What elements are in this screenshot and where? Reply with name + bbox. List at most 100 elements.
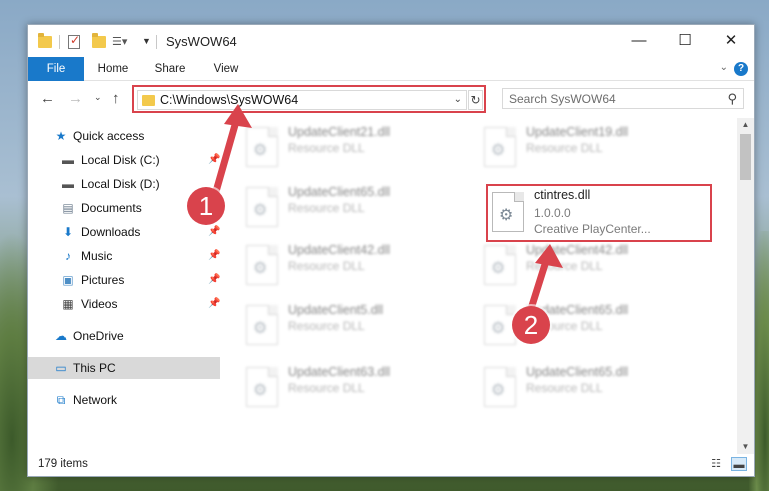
list-item[interactable]: ⚙ UpdateClient42.dll Resource DLL — [478, 239, 708, 297]
step-2-badge: 2 — [512, 306, 550, 344]
file-type: Resource DLL — [526, 259, 603, 273]
new-folder-icon[interactable] — [92, 33, 106, 48]
sidebar-item-label: Documents — [81, 201, 142, 215]
videos-icon: ▦ — [62, 297, 74, 311]
window-title: SysWOW64 — [166, 34, 237, 49]
drive-icon: ▬ — [62, 153, 74, 167]
item-count: 179 items — [38, 458, 88, 470]
forward-arrow-icon[interactable]: → — [68, 90, 83, 107]
network-icon: ⧉ — [56, 393, 66, 407]
list-item[interactable]: ⚙ UpdateClient21.dll Resource DLL — [240, 121, 470, 179]
tab-share[interactable]: Share — [148, 57, 192, 81]
documents-icon: ▤ — [62, 201, 74, 215]
sidebar-item-pictures[interactable]: ▣ Pictures 📌 — [28, 269, 226, 291]
music-icon: ♪ — [65, 249, 71, 263]
list-item[interactable]: ⚙ UpdateClient19.dll Resource DLL — [478, 121, 708, 179]
dll-file-icon: ⚙ — [492, 192, 524, 232]
drive-icon: ▬ — [62, 177, 74, 191]
dll-file-icon: ⚙ — [484, 367, 516, 407]
dll-file-icon: ⚙ — [484, 127, 516, 167]
list-item[interactable]: ⚙ UpdateClient42.dll Resource DLL — [240, 239, 470, 297]
scrollbar-thumb[interactable] — [740, 134, 751, 180]
file-type: Resource DLL — [288, 141, 365, 155]
large-icons-view-icon[interactable]: ▬ — [731, 457, 747, 471]
file-name: UpdateClient5.dll — [288, 303, 384, 317]
file-name: UpdateClient42.dll — [288, 243, 391, 257]
tab-view[interactable]: View — [204, 57, 248, 81]
minimize-button[interactable]: — — [616, 25, 662, 57]
refresh-icon[interactable]: ↻ — [468, 90, 483, 110]
file-explorer-window: ☰▾ ▼ SysWOW64 — ☐ ✕ File Home Share View… — [27, 24, 755, 477]
cloud-icon: ☁ — [55, 329, 67, 343]
tab-file[interactable]: File — [28, 57, 84, 81]
list-item[interactable]: ⚙ UpdateClient65.dll Resource DLL — [240, 181, 470, 239]
sidebar-item-network[interactable]: ⧉ Network — [28, 389, 226, 411]
maximize-button[interactable]: ☐ — [662, 25, 708, 57]
search-placeholder: Search SysWOW64 — [509, 92, 616, 106]
pin-icon[interactable]: 📌 — [208, 269, 220, 291]
up-arrow-icon[interactable]: ↑ — [112, 90, 120, 107]
ribbon-tabs: File Home Share View ⌄ ? — [28, 57, 754, 81]
highlighted-file-ctintres[interactable]: ⚙ ctintres.dll 1.0.0.0 Creative PlayCent… — [486, 184, 712, 242]
status-bar: 179 items ☷ ▬ — [28, 452, 754, 476]
list-item[interactable]: ⚙ UpdateClient65.dll Resource DLL — [478, 361, 708, 419]
sidebar-item-this-pc[interactable]: ▭ This PC — [28, 357, 220, 379]
file-name: UpdateClient19.dll — [526, 125, 629, 139]
folder-icon — [38, 33, 52, 48]
help-icon[interactable]: ? — [734, 62, 748, 76]
file-type: Resource DLL — [288, 201, 365, 215]
file-name: UpdateClient21.dll — [288, 125, 391, 139]
file-type: Resource DLL — [288, 319, 365, 333]
file-type: Resource DLL — [526, 141, 603, 155]
quick-access-dropdown-icon[interactable]: ▼ — [142, 36, 151, 52]
tab-home[interactable]: Home — [90, 57, 136, 81]
title-bar: ☰▾ ▼ SysWOW64 — ☐ ✕ — [28, 25, 754, 57]
sidebar-item-label: Pictures — [81, 273, 125, 287]
sidebar-item-videos[interactable]: ▦ Videos 📌 — [28, 293, 226, 315]
sidebar-item-music[interactable]: ♪ Music 📌 — [28, 245, 226, 267]
pin-icon[interactable]: 📌 — [208, 149, 220, 171]
address-path[interactable]: C:\Windows\SysWOW64 — [160, 93, 298, 107]
sidebar-item-local-disk-c[interactable]: ▬ Local Disk (C:) 📌 — [28, 149, 226, 171]
close-button[interactable]: ✕ — [708, 25, 754, 57]
file-list: ⚙ UpdateClient21.dll Resource DLL ⚙ Upda… — [240, 117, 736, 447]
details-view-icon[interactable]: ☷ — [708, 457, 724, 471]
sidebar-item-label: Quick access — [73, 129, 145, 143]
expand-ribbon-icon[interactable]: ⌄ — [720, 62, 728, 73]
file-version: 1.0.0.0 — [534, 206, 571, 220]
list-item[interactable]: ⚙ UpdateClient63.dll Resource DLL — [240, 361, 470, 419]
toolbar-divider — [59, 35, 60, 49]
file-company: Creative PlayCenter... — [534, 222, 651, 236]
dll-file-icon: ⚙ — [246, 367, 278, 407]
star-icon: ★ — [55, 129, 67, 143]
search-icon[interactable]: ⚲ — [727, 91, 737, 107]
file-type: Resource DLL — [288, 259, 365, 273]
downloads-icon: ⬇ — [62, 225, 74, 239]
pin-icon[interactable]: 📌 — [208, 245, 220, 267]
vertical-scrollbar[interactable]: ▲ ▼ — [737, 118, 754, 454]
file-name: UpdateClient65.dll — [288, 185, 391, 199]
dll-file-icon: ⚙ — [246, 187, 278, 227]
dll-file-icon: ⚙ — [246, 305, 278, 345]
pin-icon[interactable]: 📌 — [208, 293, 220, 315]
sidebar-item-label: Downloads — [81, 225, 141, 239]
file-type: Resource DLL — [526, 381, 603, 395]
sidebar-item-quick-access[interactable]: ★ Quick access — [28, 125, 226, 147]
address-bar[interactable]: C:\Windows\SysWOW64 ⌄ — [137, 90, 467, 110]
pictures-icon: ▣ — [62, 273, 74, 287]
sidebar-item-label: OneDrive — [73, 329, 124, 343]
sidebar-item-downloads[interactable]: ⬇ Downloads 📌 — [28, 221, 226, 243]
properties-check-icon[interactable] — [68, 33, 80, 49]
sidebar-item-onedrive[interactable]: ☁ OneDrive — [28, 325, 226, 347]
list-item[interactable]: ⚙ UpdateClient5.dll Resource DLL — [240, 299, 470, 357]
sidebar-item-label: Local Disk (D:) — [81, 177, 160, 191]
search-input[interactable]: Search SysWOW64 ⚲ — [502, 88, 744, 109]
file-name: UpdateClient42.dll — [526, 243, 629, 257]
recent-locations-chevron-icon[interactable]: ⌄ — [94, 92, 102, 103]
file-type: Resource DLL — [288, 381, 365, 395]
address-dropdown-icon[interactable]: ⌄ — [454, 94, 462, 105]
back-arrow-icon[interactable]: ← — [40, 90, 55, 107]
customize-toolbar-icon[interactable]: ☰▾ — [112, 36, 128, 48]
navigation-pane: ★ Quick access ▬ Local Disk (C:) 📌 ▬ Loc… — [28, 119, 226, 439]
scroll-up-icon[interactable]: ▲ — [737, 118, 754, 132]
